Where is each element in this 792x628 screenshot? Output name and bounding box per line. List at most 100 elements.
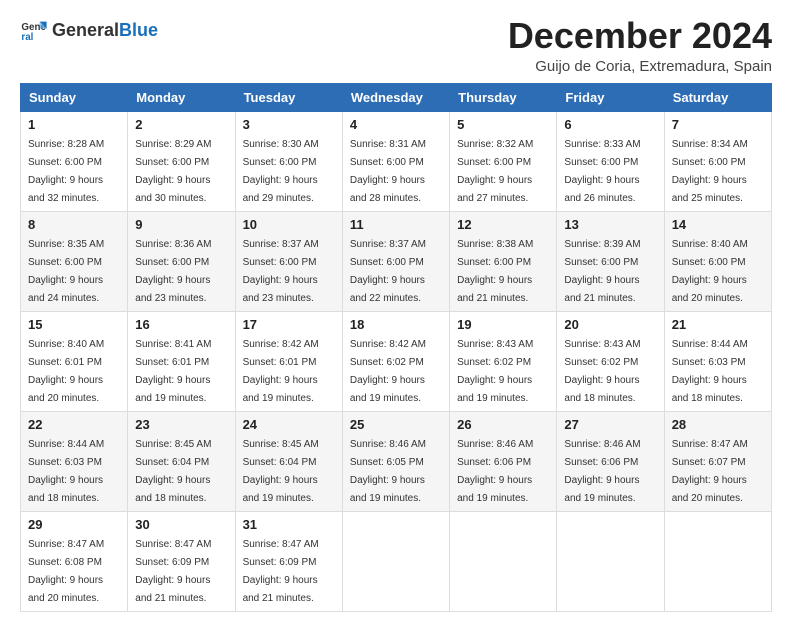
calendar-cell: 6 Sunrise: 8:33 AMSunset: 6:00 PMDayligh… [557, 111, 664, 211]
weekday-header-row: SundayMondayTuesdayWednesdayThursdayFrid… [21, 83, 772, 111]
day-number: 25 [350, 417, 442, 432]
day-detail: Sunrise: 8:31 AMSunset: 6:00 PMDaylight:… [350, 139, 426, 204]
calendar-cell: 10 Sunrise: 8:37 AMSunset: 6:00 PMDaylig… [235, 211, 342, 311]
calendar-cell [450, 511, 557, 611]
day-number: 5 [457, 117, 549, 132]
day-number: 17 [243, 317, 335, 332]
day-detail: Sunrise: 8:29 AMSunset: 6:00 PMDaylight:… [135, 139, 211, 204]
day-detail: Sunrise: 8:35 AMSunset: 6:00 PMDaylight:… [28, 239, 104, 304]
calendar-cell: 20 Sunrise: 8:43 AMSunset: 6:02 PMDaylig… [557, 311, 664, 411]
day-number: 13 [564, 217, 656, 232]
logo-general: General [52, 20, 119, 41]
day-number: 28 [672, 417, 764, 432]
day-detail: Sunrise: 8:39 AMSunset: 6:00 PMDaylight:… [564, 239, 640, 304]
day-number: 6 [564, 117, 656, 132]
day-detail: Sunrise: 8:43 AMSunset: 6:02 PMDaylight:… [457, 339, 533, 404]
calendar-cell: 27 Sunrise: 8:46 AMSunset: 6:06 PMDaylig… [557, 411, 664, 511]
calendar-cell: 1 Sunrise: 8:28 AMSunset: 6:00 PMDayligh… [21, 111, 128, 211]
weekday-header-wednesday: Wednesday [342, 83, 449, 111]
day-detail: Sunrise: 8:37 AMSunset: 6:00 PMDaylight:… [350, 239, 426, 304]
weekday-header-tuesday: Tuesday [235, 83, 342, 111]
weekday-header-saturday: Saturday [664, 83, 771, 111]
calendar-cell: 26 Sunrise: 8:46 AMSunset: 6:06 PMDaylig… [450, 411, 557, 511]
calendar-cell: 12 Sunrise: 8:38 AMSunset: 6:00 PMDaylig… [450, 211, 557, 311]
day-number: 21 [672, 317, 764, 332]
calendar-cell: 28 Sunrise: 8:47 AMSunset: 6:07 PMDaylig… [664, 411, 771, 511]
day-detail: Sunrise: 8:30 AMSunset: 6:00 PMDaylight:… [243, 139, 319, 204]
calendar-cell: 25 Sunrise: 8:46 AMSunset: 6:05 PMDaylig… [342, 411, 449, 511]
day-number: 14 [672, 217, 764, 232]
weekday-header-thursday: Thursday [450, 83, 557, 111]
week-row-4: 22 Sunrise: 8:44 AMSunset: 6:03 PMDaylig… [21, 411, 772, 511]
calendar-table: SundayMondayTuesdayWednesdayThursdayFrid… [20, 83, 772, 612]
calendar-subtitle: Guijo de Coria, Extremadura, Spain [508, 58, 772, 75]
logo-blue: Blue [119, 20, 158, 41]
calendar-cell: 8 Sunrise: 8:35 AMSunset: 6:00 PMDayligh… [21, 211, 128, 311]
week-row-5: 29 Sunrise: 8:47 AMSunset: 6:08 PMDaylig… [21, 511, 772, 611]
calendar-cell [664, 511, 771, 611]
day-detail: Sunrise: 8:34 AMSunset: 6:00 PMDaylight:… [672, 139, 748, 204]
day-number: 23 [135, 417, 227, 432]
day-detail: Sunrise: 8:44 AMSunset: 6:03 PMDaylight:… [672, 339, 748, 404]
day-number: 10 [243, 217, 335, 232]
calendar-cell: 11 Sunrise: 8:37 AMSunset: 6:00 PMDaylig… [342, 211, 449, 311]
title-area: December 2024 Guijo de Coria, Extremadur… [508, 16, 772, 75]
day-number: 7 [672, 117, 764, 132]
calendar-cell: 16 Sunrise: 8:41 AMSunset: 6:01 PMDaylig… [128, 311, 235, 411]
calendar-cell: 14 Sunrise: 8:40 AMSunset: 6:00 PMDaylig… [664, 211, 771, 311]
logo: Gene ral General Blue [20, 16, 158, 44]
day-number: 4 [350, 117, 442, 132]
week-row-1: 1 Sunrise: 8:28 AMSunset: 6:00 PMDayligh… [21, 111, 772, 211]
week-row-3: 15 Sunrise: 8:40 AMSunset: 6:01 PMDaylig… [21, 311, 772, 411]
day-number: 12 [457, 217, 549, 232]
day-number: 3 [243, 117, 335, 132]
day-detail: Sunrise: 8:42 AMSunset: 6:02 PMDaylight:… [350, 339, 426, 404]
calendar-cell: 29 Sunrise: 8:47 AMSunset: 6:08 PMDaylig… [21, 511, 128, 611]
day-detail: Sunrise: 8:36 AMSunset: 6:00 PMDaylight:… [135, 239, 211, 304]
calendar-cell [557, 511, 664, 611]
day-number: 29 [28, 517, 120, 532]
week-row-2: 8 Sunrise: 8:35 AMSunset: 6:00 PMDayligh… [21, 211, 772, 311]
calendar-cell: 5 Sunrise: 8:32 AMSunset: 6:00 PMDayligh… [450, 111, 557, 211]
day-detail: Sunrise: 8:46 AMSunset: 6:05 PMDaylight:… [350, 439, 426, 504]
calendar-cell: 15 Sunrise: 8:40 AMSunset: 6:01 PMDaylig… [21, 311, 128, 411]
day-detail: Sunrise: 8:47 AMSunset: 6:09 PMDaylight:… [243, 539, 319, 604]
weekday-header-monday: Monday [128, 83, 235, 111]
day-number: 18 [350, 317, 442, 332]
calendar-cell: 17 Sunrise: 8:42 AMSunset: 6:01 PMDaylig… [235, 311, 342, 411]
day-number: 31 [243, 517, 335, 532]
calendar-cell: 24 Sunrise: 8:45 AMSunset: 6:04 PMDaylig… [235, 411, 342, 511]
day-detail: Sunrise: 8:45 AMSunset: 6:04 PMDaylight:… [243, 439, 319, 504]
calendar-cell: 23 Sunrise: 8:45 AMSunset: 6:04 PMDaylig… [128, 411, 235, 511]
calendar-cell: 30 Sunrise: 8:47 AMSunset: 6:09 PMDaylig… [128, 511, 235, 611]
day-detail: Sunrise: 8:47 AMSunset: 6:08 PMDaylight:… [28, 539, 104, 604]
calendar-cell: 21 Sunrise: 8:44 AMSunset: 6:03 PMDaylig… [664, 311, 771, 411]
day-number: 2 [135, 117, 227, 132]
calendar-cell: 3 Sunrise: 8:30 AMSunset: 6:00 PMDayligh… [235, 111, 342, 211]
day-detail: Sunrise: 8:40 AMSunset: 6:01 PMDaylight:… [28, 339, 104, 404]
day-detail: Sunrise: 8:46 AMSunset: 6:06 PMDaylight:… [564, 439, 640, 504]
calendar-cell: 2 Sunrise: 8:29 AMSunset: 6:00 PMDayligh… [128, 111, 235, 211]
calendar-cell: 19 Sunrise: 8:43 AMSunset: 6:02 PMDaylig… [450, 311, 557, 411]
svg-text:ral: ral [21, 32, 33, 43]
day-number: 24 [243, 417, 335, 432]
day-detail: Sunrise: 8:44 AMSunset: 6:03 PMDaylight:… [28, 439, 104, 504]
day-detail: Sunrise: 8:47 AMSunset: 6:09 PMDaylight:… [135, 539, 211, 604]
calendar-cell: 4 Sunrise: 8:31 AMSunset: 6:00 PMDayligh… [342, 111, 449, 211]
day-number: 22 [28, 417, 120, 432]
calendar-cell: 13 Sunrise: 8:39 AMSunset: 6:00 PMDaylig… [557, 211, 664, 311]
header: Gene ral General Blue December 2024 Guij… [20, 16, 772, 75]
day-number: 19 [457, 317, 549, 332]
day-number: 16 [135, 317, 227, 332]
day-detail: Sunrise: 8:43 AMSunset: 6:02 PMDaylight:… [564, 339, 640, 404]
day-detail: Sunrise: 8:28 AMSunset: 6:00 PMDaylight:… [28, 139, 104, 204]
day-number: 1 [28, 117, 120, 132]
day-detail: Sunrise: 8:38 AMSunset: 6:00 PMDaylight:… [457, 239, 533, 304]
day-number: 26 [457, 417, 549, 432]
calendar-title: December 2024 [508, 16, 772, 56]
day-detail: Sunrise: 8:46 AMSunset: 6:06 PMDaylight:… [457, 439, 533, 504]
calendar-cell: 18 Sunrise: 8:42 AMSunset: 6:02 PMDaylig… [342, 311, 449, 411]
calendar-cell: 7 Sunrise: 8:34 AMSunset: 6:00 PMDayligh… [664, 111, 771, 211]
calendar-cell [342, 511, 449, 611]
day-detail: Sunrise: 8:37 AMSunset: 6:00 PMDaylight:… [243, 239, 319, 304]
